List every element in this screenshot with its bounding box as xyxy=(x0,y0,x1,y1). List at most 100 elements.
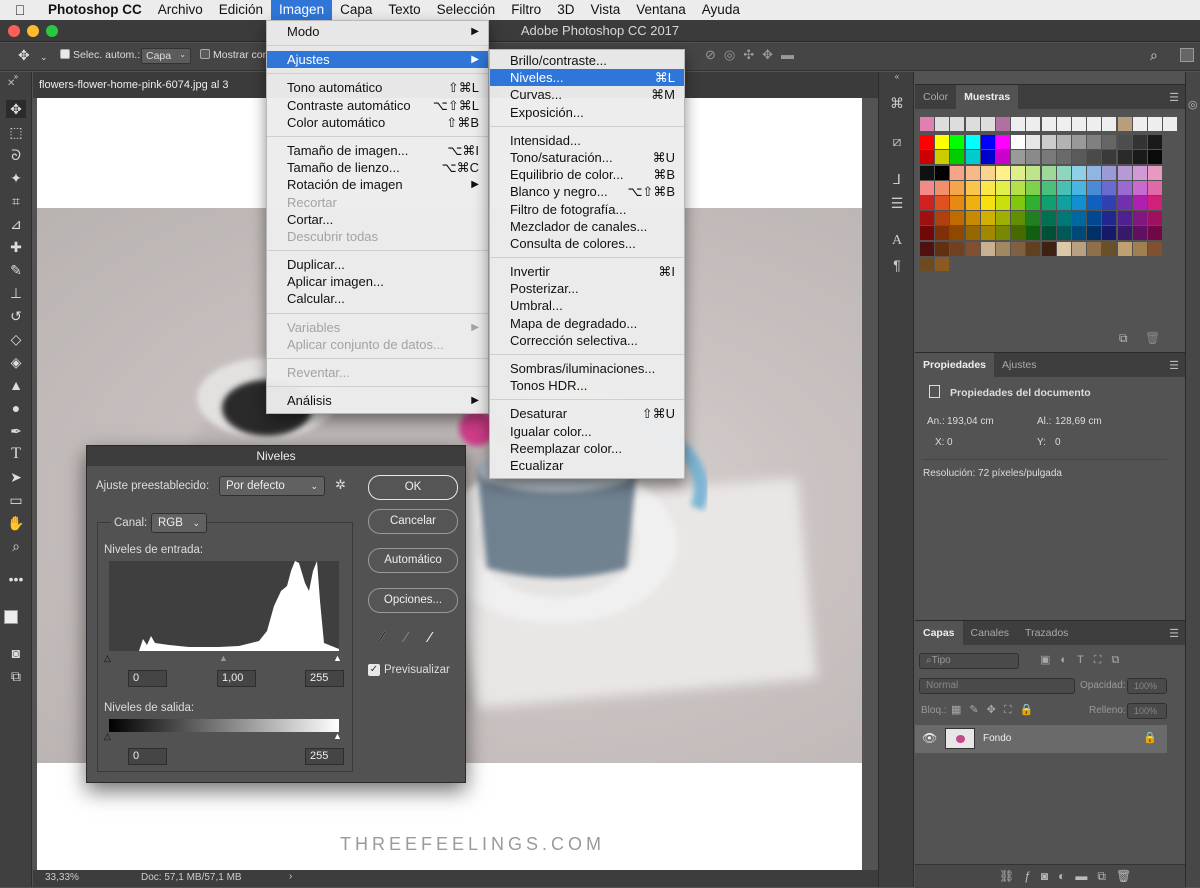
width-value[interactable]: 193,04 cm xyxy=(947,416,994,427)
menu-filtro[interactable]: Filtro xyxy=(503,0,549,20)
menu-item-curvas[interactable]: Curvas... ⌘M xyxy=(490,86,684,103)
marquee-tool-icon[interactable]: ⬚ xyxy=(6,123,26,141)
color-swatch[interactable] xyxy=(1072,117,1086,131)
layer-filter-icons[interactable]: ▣◐T⛶⧉ xyxy=(1040,653,1129,667)
tab-properties[interactable]: Propiedades xyxy=(915,353,995,377)
color-swatch[interactable] xyxy=(1026,196,1041,210)
menu-item-tono-automatico[interactable]: Tono automático ⇧⌘L xyxy=(267,79,488,96)
menu-item-niveles[interactable]: Niveles... ⌘L xyxy=(490,69,684,87)
color-swatch[interactable] xyxy=(935,150,950,165)
color-swatch[interactable] xyxy=(980,150,995,165)
color-swatch[interactable] xyxy=(1102,226,1117,241)
color-swatch[interactable] xyxy=(935,117,950,131)
new-swatch-icon[interactable]: ⧉ xyxy=(1119,331,1128,346)
color-swatch[interactable] xyxy=(1026,241,1041,256)
color-swatch[interactable] xyxy=(965,150,980,165)
color-swatch[interactable] xyxy=(1026,211,1041,226)
color-swatch[interactable] xyxy=(1117,241,1132,256)
menu-archivo[interactable]: Archivo xyxy=(150,0,211,20)
color-swatch[interactable] xyxy=(1132,135,1147,150)
tab-capas[interactable]: Capas xyxy=(915,621,963,645)
lock-icons[interactable]: ▦✎✥⛶🔒 xyxy=(951,703,1041,717)
collapse-icon[interactable]: « xyxy=(888,72,906,82)
color-swatch[interactable] xyxy=(1087,211,1102,226)
color-swatch[interactable] xyxy=(1056,226,1071,241)
menu-item-correccion-selectiva[interactable]: Corrección selectiva... xyxy=(490,332,684,349)
color-swatch[interactable] xyxy=(1011,211,1026,226)
3d-mode-icons[interactable]: ⊘◎✣✥▬ xyxy=(705,47,802,63)
menu-item-consulta-de-colores[interactable]: Consulta de colores... xyxy=(490,235,684,252)
color-swatch[interactable] xyxy=(920,180,934,195)
color-swatch[interactable] xyxy=(1117,165,1132,180)
panel-menu-icon[interactable]: ☰ xyxy=(1169,359,1179,372)
color-swatch[interactable] xyxy=(996,150,1010,165)
color-swatch[interactable] xyxy=(935,135,950,150)
color-swatch[interactable] xyxy=(1056,165,1071,180)
color-swatch[interactable] xyxy=(1117,135,1132,150)
menu-item-blanco-y-negro[interactable]: Blanco y negro... ⌥⇧⌘B xyxy=(490,183,684,200)
fill-field[interactable]: 100% xyxy=(1127,703,1167,719)
panel-menu-icon[interactable]: ☰ xyxy=(1169,627,1179,640)
color-swatch[interactable] xyxy=(1041,211,1056,226)
menu-item-ecualizar[interactable]: Ecualizar xyxy=(490,457,684,474)
color-swatch[interactable] xyxy=(980,180,995,195)
white-point-slider[interactable]: ▲ xyxy=(333,653,342,663)
color-swatch[interactable] xyxy=(1011,135,1026,150)
paragraph-panel-icon[interactable]: ¶ xyxy=(888,256,906,274)
color-swatch[interactable] xyxy=(1056,135,1071,150)
properties-panel-icon[interactable]: ☰ xyxy=(888,194,906,212)
menu-item-sombras-iluminaciones[interactable]: Sombras/iluminaciones... xyxy=(490,360,684,377)
color-swatch[interactable] xyxy=(1117,211,1132,226)
menu-item-tamano-de-imagen[interactable]: Tamaño de imagen... ⌥⌘I xyxy=(267,142,488,159)
menu-item-calcular[interactable]: Calcular... xyxy=(267,290,488,307)
color-swatch[interactable] xyxy=(1117,180,1132,195)
color-swatch[interactable] xyxy=(1087,241,1102,256)
color-swatch[interactable] xyxy=(1132,196,1147,210)
menu-item-umbral[interactable]: Umbral... xyxy=(490,297,684,314)
color-swatch[interactable] xyxy=(1102,117,1117,131)
foreground-color-swatch[interactable] xyxy=(4,610,18,624)
white-eyedropper-icon[interactable]: ⁄ xyxy=(429,629,432,646)
x-value[interactable]: 0 xyxy=(947,437,953,448)
color-swatch[interactable] xyxy=(1026,226,1041,241)
menu-item-rotacion-de-imagen[interactable]: Rotación de imagen ▶ xyxy=(267,176,488,193)
color-swatch[interactable] xyxy=(935,165,950,180)
hand-tool-icon[interactable]: ✋ xyxy=(6,514,26,532)
menu-capa[interactable]: Capa xyxy=(332,0,380,20)
auto-select-dropdown[interactable]: Capa ⌄ xyxy=(141,48,191,64)
brush-settings-icon[interactable]: ⧄ xyxy=(888,132,906,150)
color-swatch[interactable] xyxy=(1056,196,1071,210)
panel-icon[interactable]: ◎ xyxy=(1188,98,1198,111)
color-swatch[interactable] xyxy=(920,150,934,165)
color-swatch[interactable] xyxy=(950,165,965,180)
history-brush-icon[interactable]: ↺ xyxy=(6,307,26,325)
options-button[interactable]: Opciones... xyxy=(368,588,458,613)
menu-texto[interactable]: Texto xyxy=(380,0,428,20)
color-swatch[interactable] xyxy=(1132,241,1147,256)
color-swatch[interactable] xyxy=(920,211,934,226)
menu-item-tono-saturacion[interactable]: Tono/saturación... ⌘U xyxy=(490,149,684,166)
color-swatch[interactable] xyxy=(1026,135,1041,150)
color-swatch[interactable] xyxy=(920,165,934,180)
color-swatch[interactable] xyxy=(1148,211,1162,226)
input-black-field[interactable]: 0 xyxy=(128,670,167,687)
color-swatch[interactable] xyxy=(935,226,950,241)
color-swatch[interactable] xyxy=(1087,165,1102,180)
layer-action-icons[interactable]: ⛓ƒ◙◐▬⧉🗑 xyxy=(999,869,1141,884)
color-swatch[interactable] xyxy=(1102,135,1117,150)
color-swatch[interactable] xyxy=(1087,117,1102,131)
color-swatch[interactable] xyxy=(1072,241,1086,256)
color-swatch[interactable] xyxy=(1132,117,1147,131)
search-icon[interactable]: ⌕ xyxy=(1150,47,1158,64)
color-swatch[interactable] xyxy=(996,135,1010,150)
menu-imagen[interactable]: Imagen xyxy=(271,0,333,20)
tab-ajustes[interactable]: Ajustes xyxy=(994,353,1044,377)
color-swatch[interactable] xyxy=(1056,117,1071,131)
color-swatch[interactable] xyxy=(1132,226,1147,241)
color-swatch[interactable] xyxy=(980,165,995,180)
color-swatch[interactable] xyxy=(965,180,980,195)
color-swatch[interactable] xyxy=(1117,150,1132,165)
menu-item-brillo-contraste[interactable]: Brillo/contraste... xyxy=(490,52,684,69)
gamma-slider[interactable]: ▲ xyxy=(219,653,228,663)
eraser-tool-icon[interactable]: ◇ xyxy=(6,330,26,348)
